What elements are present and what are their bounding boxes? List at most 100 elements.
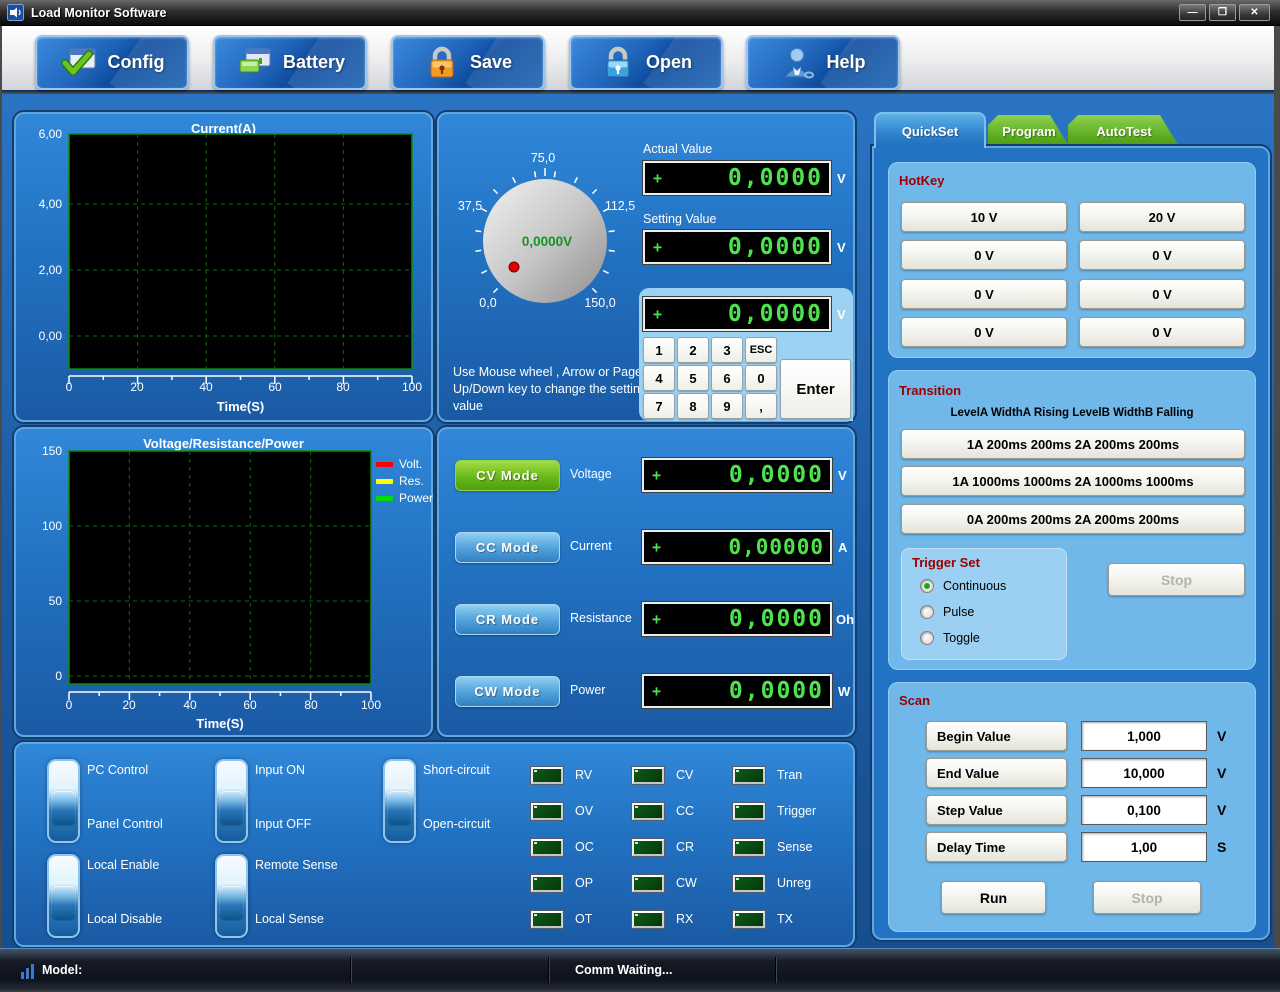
config-button[interactable]: Config <box>35 35 189 90</box>
hotkey-0v-button[interactable]: 0 V <box>1079 279 1245 309</box>
key-comma[interactable]: , <box>745 393 777 419</box>
cr-mode-button[interactable]: CR Mode <box>455 604 560 635</box>
open-button[interactable]: Open <box>569 35 723 90</box>
step-value-button[interactable]: Step Value <box>926 795 1067 825</box>
tab-program[interactable]: Program <box>988 115 1070 148</box>
volt-legend-label: Volt. <box>399 457 423 471</box>
trigger-led-label: Trigger <box>777 804 817 818</box>
open-button-label: Open <box>645 52 692 72</box>
switch-knob <box>51 791 76 824</box>
tab-quickset[interactable]: QuickSet <box>874 112 986 148</box>
input-on-off-switch[interactable] <box>215 759 248 843</box>
save-button[interactable]: Save <box>391 35 545 90</box>
delay-time-unit: S <box>1217 839 1227 855</box>
key-3[interactable]: 3 <box>711 337 743 363</box>
hotkey-0v-button[interactable]: 0 V <box>901 317 1067 347</box>
key-6[interactable]: 6 <box>711 365 743 391</box>
battery-button[interactable]: Battery <box>213 35 367 90</box>
key-2[interactable]: 2 <box>677 337 709 363</box>
voltage-digits: 0,0000 <box>728 462 824 488</box>
setting-sign: + <box>653 238 663 256</box>
status-bar: Model: Comm Waiting... <box>0 948 1280 992</box>
radio-pulse[interactable]: Pulse <box>920 605 974 619</box>
current-unit: A <box>838 540 848 555</box>
cc-mode-button[interactable]: CC Mode <box>455 532 560 563</box>
tab-autotest[interactable]: AutoTest <box>1068 115 1180 148</box>
x-tick: 100 <box>360 698 382 712</box>
transition-stop-button[interactable]: Stop <box>1108 563 1245 596</box>
hotkey-10v-button[interactable]: 10 V <box>901 202 1067 232</box>
hotkey-20v-button[interactable]: 20 V <box>1079 202 1245 232</box>
y-tick: 6,00 <box>38 127 62 141</box>
hotkey-0v-button[interactable]: 0 V <box>901 240 1067 270</box>
pc-control-switch[interactable] <box>47 759 80 843</box>
maximize-button[interactable]: ❐ <box>1209 4 1236 21</box>
x-tick: 0 <box>65 380 73 394</box>
begin-value-button[interactable]: Begin Value <box>926 721 1067 751</box>
transition-header: LevelA WidthA Rising LevelB WidthB Falli… <box>950 407 1194 419</box>
transition-preset-3[interactable]: 0A 200ms 200ms 2A 200ms 200ms <box>901 504 1245 534</box>
radio-continuous[interactable]: Continuous <box>920 579 1006 593</box>
key-1[interactable]: 1 <box>643 337 675 363</box>
short-circuit-switch[interactable] <box>383 759 416 843</box>
cw-mode-button[interactable]: CW Mode <box>455 676 560 707</box>
x-tick: 60 <box>243 698 257 712</box>
cr-led-label: CR <box>676 840 695 854</box>
help-button[interactable]: Help <box>746 35 900 90</box>
rv-led-label: RV <box>575 768 593 782</box>
radio-toggle[interactable]: Toggle <box>920 631 980 645</box>
key-0[interactable]: 0 <box>745 365 777 391</box>
scan-section: Scan Begin Value 1,000 V End Value 10,00… <box>888 682 1256 932</box>
current-chart-panel: Current(A) 6,00 4,00 2,00 0,00 0 20 40 6… <box>14 112 433 422</box>
voltage-unit: V <box>838 468 847 483</box>
y-tick: 100 <box>41 519 62 533</box>
hotkey-0v-button[interactable]: 0 V <box>1079 317 1245 347</box>
keypad-sign: + <box>653 305 663 323</box>
key-esc[interactable]: ESC <box>745 337 777 363</box>
key-5[interactable]: 5 <box>677 365 709 391</box>
close-button[interactable]: ✕ <box>1239 4 1270 21</box>
power-digits: 0,0000 <box>728 678 824 704</box>
transition-preset-1[interactable]: 1A 200ms 200ms 2A 200ms 200ms <box>901 429 1245 459</box>
battery-icon <box>239 48 271 72</box>
rx-led <box>632 911 664 928</box>
tx-led <box>733 911 765 928</box>
rx-led-label: RX <box>676 912 694 926</box>
power-sign: + <box>652 682 662 700</box>
config-check-icon <box>60 48 95 76</box>
resistance-label: Resistance <box>570 611 632 625</box>
hotkey-0v-button[interactable]: 0 V <box>901 279 1067 309</box>
key-8[interactable]: 8 <box>677 393 709 419</box>
delay-time-button[interactable]: Delay Time <box>926 832 1067 862</box>
y-tick: 4,00 <box>38 197 62 211</box>
lock-save-icon <box>430 46 454 77</box>
x-tick: 0 <box>65 698 73 712</box>
actual-value-display: + 0,0000 <box>643 161 831 195</box>
key-4[interactable]: 4 <box>643 365 675 391</box>
open-circuit-label: Open-circuit <box>423 817 491 831</box>
key-9[interactable]: 9 <box>711 393 743 419</box>
key-7[interactable]: 7 <box>643 393 675 419</box>
trigger-set-group: Trigger Set Continuous Pulse Toggle <box>901 548 1067 660</box>
delay-time-field[interactable]: 1,00 <box>1081 832 1207 862</box>
step-value-field[interactable]: 0,100 <box>1081 795 1207 825</box>
minimize-button[interactable]: — <box>1179 4 1206 21</box>
begin-value-field[interactable]: 1,000 <box>1081 721 1207 751</box>
hotkey-0v-button[interactable]: 0 V <box>1079 240 1245 270</box>
end-value-button[interactable]: End Value <box>926 758 1067 788</box>
person-help-icon <box>784 47 815 78</box>
setting-value-display: + 0,0000 <box>643 230 831 264</box>
cv-mode-button[interactable]: CV Mode <box>455 460 560 491</box>
scan-run-button[interactable]: Run <box>941 881 1046 914</box>
scan-stop-button[interactable]: Stop <box>1093 881 1201 914</box>
end-value-field[interactable]: 10,000 <box>1081 758 1207 788</box>
sense-switch[interactable] <box>215 854 248 938</box>
cw-led-label: CW <box>676 876 697 890</box>
local-enable-switch[interactable] <box>47 854 80 938</box>
ov-led <box>531 803 563 820</box>
x-tick: 60 <box>268 380 282 394</box>
dial-note: Use Mouse wheel , Arrow or Page Up/Down … <box>453 365 647 413</box>
key-enter[interactable]: Enter <box>780 359 851 419</box>
mode-panel: CV Mode Voltage + 0,0000 V CC Mode Curre… <box>437 427 855 737</box>
transition-preset-2[interactable]: 1A 1000ms 1000ms 2A 1000ms 1000ms <box>901 466 1245 496</box>
